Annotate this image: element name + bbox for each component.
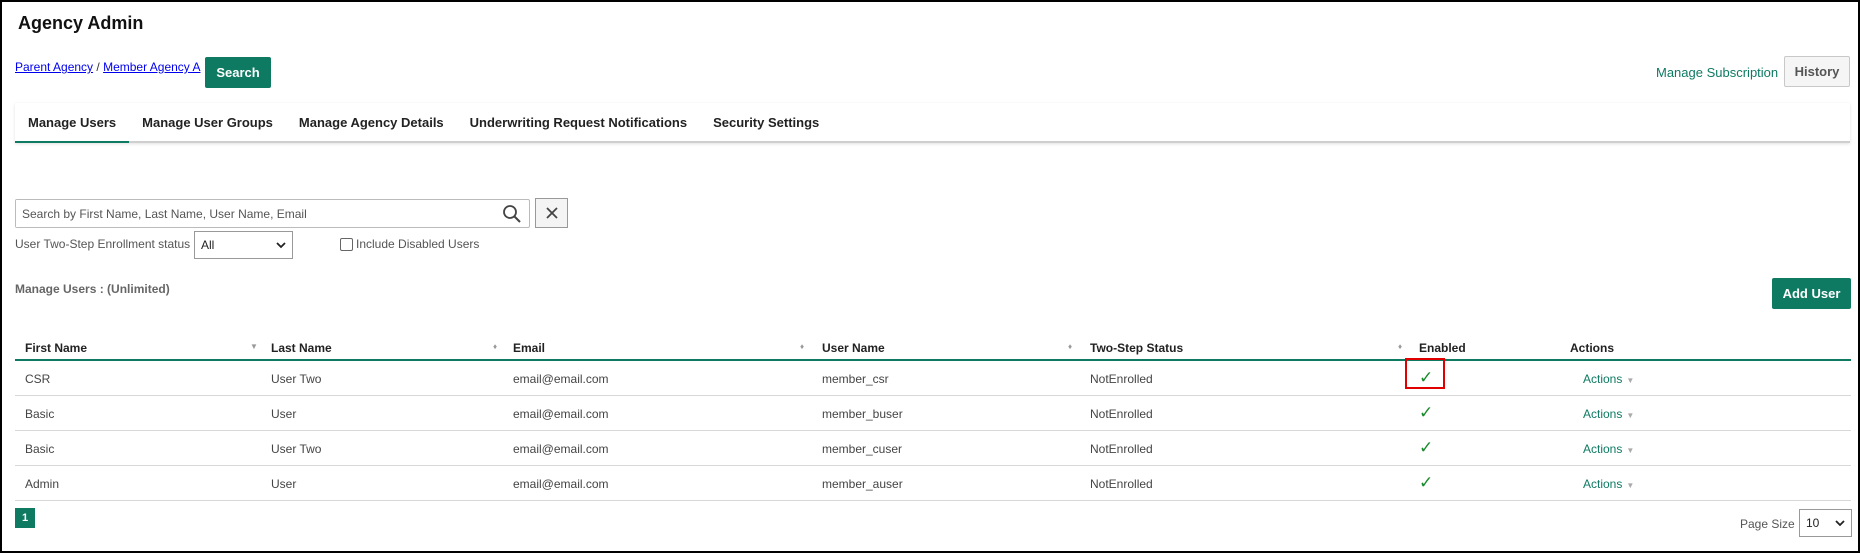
include-disabled-checkbox[interactable] [340, 237, 353, 251]
check-icon: ✓ [1419, 438, 1434, 457]
check-icon: ✓ [1419, 403, 1434, 422]
breadcrumb-member-agency-link[interactable]: Member Agency A [103, 60, 200, 74]
column-header-actions: Actions [1570, 341, 1615, 355]
cell-two-step-status: NotEnrolled [1090, 407, 1153, 421]
column-header-last-name[interactable]: Last Name [271, 341, 332, 355]
column-header-enabled: Enabled [1419, 341, 1466, 355]
cell-email: email@email.com [513, 372, 609, 386]
cell-email: email@email.com [513, 477, 609, 491]
check-icon: ✓ [1419, 368, 1434, 387]
actions-label: Actions [1583, 477, 1623, 491]
cell-last-name: User [271, 477, 297, 491]
cell-last-name: User Two [271, 372, 322, 386]
manage-subscription-link[interactable]: Manage Subscription [1656, 65, 1778, 80]
enrollment-status-label: User Two-Step Enrollment status [15, 237, 191, 251]
cell-user-name: member_csr [822, 372, 889, 386]
caret-down-icon: ▼ [1626, 481, 1635, 490]
caret-down-icon: ▼ [1626, 411, 1635, 420]
close-icon [545, 207, 558, 219]
search-button[interactable]: Search [205, 57, 271, 88]
table-row: Admin User email@email.com member_auser … [15, 466, 1851, 501]
actions-label: Actions [1583, 407, 1623, 421]
search-icon[interactable] [501, 203, 523, 225]
cell-email: email@email.com [513, 407, 609, 421]
manage-users-count: Manage Users : (Unlimited) [15, 282, 170, 296]
table-row: CSR User Two email@email.com member_csr … [15, 358, 1851, 396]
cell-first-name: Basic [25, 407, 55, 421]
tab-underwriting-request-notifications[interactable]: Underwriting Request Notifications [457, 103, 700, 143]
chevron-down-icon [276, 241, 286, 248]
cell-user-name: member_cuser [822, 442, 903, 456]
add-user-button[interactable]: Add User [1772, 278, 1851, 309]
enrollment-status-value: All [201, 238, 215, 252]
tab-bar: Manage Users Manage User Groups Manage A… [15, 103, 1850, 143]
table-row: Basic User Two email@email.com member_cu… [15, 431, 1851, 466]
page-size-value: 10 [1806, 516, 1820, 530]
actions-dropdown[interactable]: Actions ▼ [1583, 407, 1634, 421]
cell-email: email@email.com [513, 442, 609, 456]
include-disabled-users: Include Disabled Users [340, 237, 479, 251]
tab-security-settings[interactable]: Security Settings [700, 103, 832, 143]
include-disabled-label: Include Disabled Users [356, 237, 480, 251]
tab-manage-users[interactable]: Manage Users [15, 103, 130, 143]
cell-user-name: member_auser [822, 477, 903, 491]
cell-two-step-status: NotEnrolled [1090, 442, 1153, 456]
cell-first-name: Basic [25, 442, 55, 456]
sort-icon[interactable]: ♦ [1398, 342, 1402, 351]
search-input[interactable] [16, 200, 486, 227]
actions-dropdown[interactable]: Actions ▼ [1583, 442, 1634, 456]
cell-user-name: member_buser [822, 407, 903, 421]
table-header: First Name ▼ Last Name ♦ Email ♦ User Na… [15, 332, 1851, 361]
caret-down-icon: ▼ [1626, 446, 1635, 455]
column-header-email[interactable]: Email [513, 341, 545, 355]
breadcrumb: Parent Agency / Member Agency A [15, 60, 200, 74]
breadcrumb-parent-agency-link[interactable]: Parent Agency [15, 60, 93, 74]
column-header-first-name[interactable]: First Name [25, 341, 87, 355]
actions-label: Actions [1583, 372, 1623, 386]
cell-two-step-status: NotEnrolled [1090, 477, 1153, 491]
page-size-label: Page Size [1740, 517, 1795, 531]
check-icon: ✓ [1419, 473, 1434, 492]
cell-last-name: User Two [271, 442, 322, 456]
tab-manage-agency-details[interactable]: Manage Agency Details [286, 103, 457, 143]
tab-manage-user-groups[interactable]: Manage User Groups [129, 103, 286, 143]
sort-icon[interactable]: ♦ [493, 342, 497, 351]
cell-first-name: Admin [25, 477, 60, 491]
page-title: Agency Admin [18, 13, 144, 33]
users-table: First Name ▼ Last Name ♦ Email ♦ User Na… [15, 332, 1851, 501]
cell-two-step-status: NotEnrolled [1090, 372, 1153, 386]
chevron-down-icon [1835, 519, 1845, 526]
actions-label: Actions [1583, 442, 1623, 456]
enrollment-status-select[interactable]: All [194, 231, 293, 259]
search-box [15, 199, 530, 228]
breadcrumb-separator: / [93, 60, 104, 74]
cell-first-name: CSR [25, 372, 51, 386]
column-header-two-step-status[interactable]: Two-Step Status [1090, 341, 1183, 355]
table-row: Basic User email@email.com member_buser … [15, 396, 1851, 431]
sort-icon[interactable]: ♦ [1068, 342, 1072, 351]
page-size-select[interactable]: 10 [1799, 509, 1852, 537]
sort-desc-icon[interactable]: ▼ [250, 342, 258, 351]
sort-icon[interactable]: ♦ [800, 342, 804, 351]
history-button[interactable]: History [1784, 56, 1850, 87]
page-button-1[interactable]: 1 [15, 508, 35, 528]
clear-search-button[interactable] [535, 198, 568, 228]
actions-dropdown[interactable]: Actions ▼ [1583, 477, 1634, 491]
actions-dropdown[interactable]: Actions ▼ [1583, 372, 1634, 386]
column-header-user-name[interactable]: User Name [822, 341, 885, 355]
caret-down-icon: ▼ [1626, 376, 1635, 385]
cell-last-name: User [271, 407, 297, 421]
